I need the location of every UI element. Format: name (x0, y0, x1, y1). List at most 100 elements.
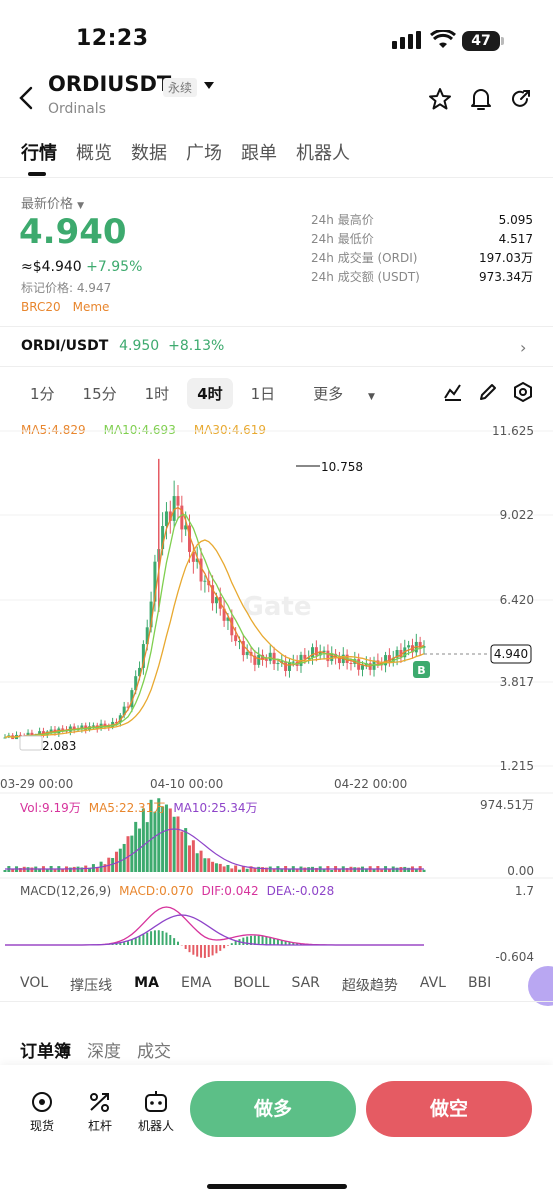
price-axis-label: 6.420 (500, 593, 534, 607)
leverage-icon (90, 1093, 109, 1112)
ind-tab[interactable]: EMA (181, 975, 212, 995)
volume-bar (380, 869, 384, 872)
macd-name: MACD(12,26,9) (20, 884, 112, 898)
ind-tab[interactable]: BBI (468, 975, 491, 995)
interval-1m[interactable]: 1分 (20, 378, 65, 409)
star-icon[interactable] (428, 87, 452, 111)
volume-bar (3, 870, 7, 872)
volume-bar (145, 822, 149, 872)
tab-data[interactable]: 数据 (131, 139, 167, 165)
short-button[interactable]: 做空 (366, 1081, 532, 1137)
date-axis-label: 04-10 00:00 (150, 777, 223, 791)
ind-tab[interactable]: VOL (20, 975, 48, 995)
tab-orderbook[interactable]: 订单簿 (20, 1037, 71, 1062)
symbol-title[interactable]: ORDIUSDT (48, 72, 171, 96)
back-icon[interactable] (18, 86, 34, 110)
chart-settings-icon[interactable] (512, 381, 534, 403)
robot-icon (145, 1091, 167, 1112)
interval-4h[interactable]: 4时 (187, 378, 233, 409)
interval-1d[interactable]: 1日 (241, 378, 286, 409)
stat-label: 24h 最高价 (311, 213, 374, 227)
volume-bar (153, 811, 157, 872)
nav-bot[interactable]: 机器人 (137, 1090, 175, 1134)
ind-tab[interactable]: AVL (420, 975, 446, 995)
macd-legend: MACD(12,26,9) MACD:0.070 DIF:0.042 DEA:-… (20, 884, 334, 898)
ind-tab[interactable]: SAR (291, 975, 319, 995)
tab-bot[interactable]: 机器人 (296, 139, 350, 165)
wifi-icon (430, 30, 456, 48)
volume-bar (103, 864, 107, 872)
tab-depth[interactable]: 深度 (87, 1037, 121, 1062)
candle-body (203, 580, 207, 582)
stat-high: 24h 最高价 5.095 (311, 211, 533, 230)
price-axis-label: 11.625 (492, 424, 534, 438)
macd-axis-label: -0.604 (495, 950, 534, 964)
divider (0, 326, 553, 327)
nav-leverage[interactable]: 杠杆 (86, 1090, 114, 1134)
volume-bar (207, 858, 211, 872)
stat-label: 24h 成交额 (USDT) (311, 270, 420, 284)
indicator-icon[interactable] (443, 382, 463, 402)
usd-price-row: ≈$4.940 +7.95% (21, 259, 142, 275)
tab-market[interactable]: 行情 (21, 139, 57, 165)
volume-bar (303, 867, 307, 872)
candle-body (407, 645, 411, 648)
interval-more-label: 更多 (313, 385, 344, 403)
tab-trades[interactable]: 成交 (137, 1037, 171, 1062)
ind-tab[interactable]: 超级趋势 (342, 975, 398, 995)
bell-icon[interactable] (469, 86, 493, 112)
price-type-selector[interactable]: 最新价格 ▼ (21, 193, 84, 212)
stat-turnover: 24h 成交额 (USDT) 973.34万 (311, 268, 533, 287)
volume-bar (230, 868, 234, 872)
volume-bar (422, 869, 426, 872)
chevron-right-icon[interactable]: › (520, 338, 526, 357)
volume-bar (280, 869, 284, 872)
volume-bar (237, 869, 241, 872)
volume-bar (199, 850, 203, 872)
low-annotation: 2.083 (42, 739, 76, 753)
share-icon[interactable] (509, 87, 533, 111)
spot-pair-name: ORDI/USDT (21, 338, 109, 354)
ind-tab[interactable]: BOLL (233, 975, 269, 995)
interval-15m[interactable]: 15分 (73, 378, 127, 409)
stat-value: 197.03万 (479, 251, 533, 265)
ind-tab[interactable]: MA (134, 975, 159, 995)
stat-value: 5.095 (498, 213, 533, 227)
tab-copy-trading[interactable]: 跟单 (241, 139, 277, 165)
tag-brc20[interactable]: BRC20 (21, 300, 61, 314)
candle-body (264, 659, 268, 661)
volume-bar (195, 853, 199, 872)
current-price-label: 4.940 (494, 647, 528, 661)
interval-more[interactable]: 更多 ▼ (293, 378, 395, 409)
spot-pair-row[interactable]: ORDI/USDT 4.950 +8.13% (21, 338, 224, 354)
candle-body (303, 654, 307, 659)
volume-bar (134, 821, 138, 872)
long-button[interactable]: 做多 (190, 1081, 356, 1137)
volume-bar (234, 865, 238, 872)
symbol-dropdown-icon[interactable] (203, 81, 215, 91)
macd-dif: DIF:0.042 (201, 884, 259, 898)
macd-dea: DEA:-0.028 (266, 884, 335, 898)
nav-spot[interactable]: 现货 (28, 1090, 56, 1134)
tab-overview[interactable]: 概览 (76, 139, 112, 165)
ind-tab[interactable]: 撑压线 (70, 975, 112, 995)
tag-meme[interactable]: Meme (73, 300, 110, 314)
caret-down-icon: ▼ (367, 392, 375, 402)
price-axis-label: 1.215 (500, 759, 534, 773)
macd-value: MACD:0.070 (119, 884, 194, 898)
caret-down-icon: ▼ (77, 201, 85, 211)
volume-ma-line (5, 828, 424, 870)
main-tabs: 行情 概览 数据 广场 跟单 机器人 (21, 139, 350, 165)
home-indicator (207, 1184, 347, 1189)
volume-bar (357, 867, 361, 872)
candle-body (257, 654, 261, 665)
draw-pen-icon[interactable] (478, 382, 498, 402)
volume-bar (53, 869, 57, 872)
interval-1h[interactable]: 1时 (135, 378, 180, 409)
volume-bar (353, 867, 357, 872)
mark-price: 标记价格: 4.947 (21, 281, 112, 295)
volume-bar (126, 836, 130, 872)
candle-body (268, 652, 272, 661)
volume-bar (95, 867, 99, 872)
tab-square[interactable]: 广场 (186, 139, 222, 165)
